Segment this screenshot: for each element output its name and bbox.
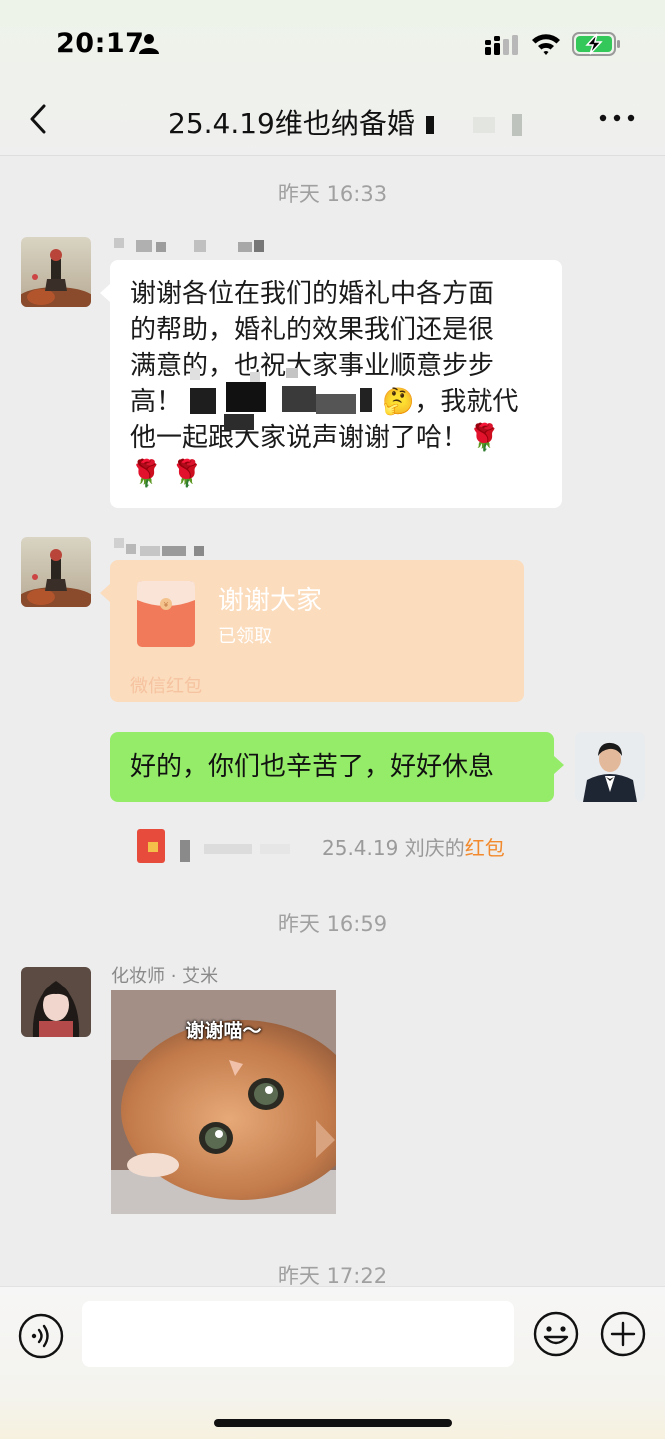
redacted-mosaic bbox=[190, 368, 380, 438]
input-bar bbox=[0, 1286, 665, 1439]
red-packet-icon bbox=[137, 829, 165, 863]
battery-charging-icon bbox=[572, 32, 620, 56]
sticker-caption: 谢谢喵～ bbox=[185, 1020, 262, 1042]
message-line: 谢谢各位在我们的婚礼中各方面 bbox=[130, 279, 495, 309]
cellular-signal-icon bbox=[485, 35, 518, 55]
red-packet-card[interactable]: ¥ 谢谢大家 已领取 微信红包 bbox=[100, 560, 524, 702]
my-message-bubble[interactable]: 好的，你们也辛苦了，好好休息 bbox=[110, 732, 564, 802]
avatar-photo bbox=[575, 732, 645, 802]
avatar[interactable] bbox=[21, 967, 91, 1037]
emoji-icon[interactable] bbox=[533, 1311, 579, 1357]
more-options-icon[interactable] bbox=[598, 108, 636, 128]
red-packet-footer: 微信红包 bbox=[130, 676, 202, 697]
redacted-mosaic bbox=[472, 117, 495, 133]
system-notice-text: 25.4.19 刘庆的红包 bbox=[322, 832, 505, 861]
chat-title-text: 25.4.19维也纳备婚 bbox=[168, 107, 415, 140]
avatar-photo bbox=[21, 967, 91, 1037]
wifi-icon bbox=[532, 34, 560, 55]
back-icon[interactable] bbox=[24, 102, 54, 136]
system-notice-body: 25.4.19 刘庆的 bbox=[322, 836, 465, 860]
avatar[interactable] bbox=[21, 537, 91, 607]
home-indicator bbox=[214, 1419, 452, 1427]
chat-title: 25.4.19维也纳备婚 bbox=[168, 102, 528, 142]
message-line: 🌹 🌹 bbox=[130, 459, 204, 489]
message-line: 的帮助，婚礼的效果我们还是很 bbox=[130, 315, 495, 345]
message-input[interactable] bbox=[82, 1301, 514, 1367]
my-avatar[interactable] bbox=[575, 732, 645, 802]
sticker-image[interactable]: 谢谢喵～ bbox=[111, 990, 336, 1214]
red-packet-icon: ¥ bbox=[137, 581, 195, 647]
redacted-mosaic bbox=[425, 116, 434, 134]
message-bubble[interactable]: 谢谢各位在我们的婚礼中各方面 的帮助，婚礼的效果我们还是很 满意的，也祝大家事业… bbox=[100, 260, 562, 508]
red-packet-link[interactable]: 红包 bbox=[465, 836, 505, 860]
red-packet-title: 谢谢大家 bbox=[218, 586, 323, 616]
sender-name-redacted bbox=[114, 538, 214, 556]
status-time: 20:17 bbox=[56, 28, 145, 59]
avatar-illustration bbox=[21, 237, 91, 307]
plus-icon[interactable] bbox=[600, 1311, 646, 1357]
message-line-end: 🤔，我就代 bbox=[382, 387, 519, 417]
avatar[interactable] bbox=[21, 237, 91, 307]
avatar-illustration bbox=[21, 537, 91, 607]
chat-header: 25.4.19维也纳备婚 bbox=[0, 88, 665, 156]
redacted-mosaic bbox=[180, 840, 310, 862]
voice-input-icon[interactable] bbox=[18, 1313, 64, 1359]
top-area: 20:17 25.4.19维也纳备婚 bbox=[0, 0, 665, 156]
timestamp: 昨天 16:59 bbox=[277, 912, 388, 936]
system-notice: 25.4.19 刘庆的红包 bbox=[136, 826, 556, 866]
redacted-mosaic bbox=[511, 114, 522, 136]
timestamp: 昨天 16:33 bbox=[277, 182, 388, 206]
person-icon bbox=[139, 34, 159, 54]
sender-name: 化妆师 · 艾米 bbox=[111, 966, 219, 987]
status-bar: 20:17 bbox=[0, 0, 665, 88]
sender-name-redacted bbox=[114, 238, 274, 252]
svg-text:¥: ¥ bbox=[164, 601, 169, 609]
red-packet-status: 已领取 bbox=[218, 626, 272, 647]
message-line-start: 高！ bbox=[130, 387, 183, 417]
